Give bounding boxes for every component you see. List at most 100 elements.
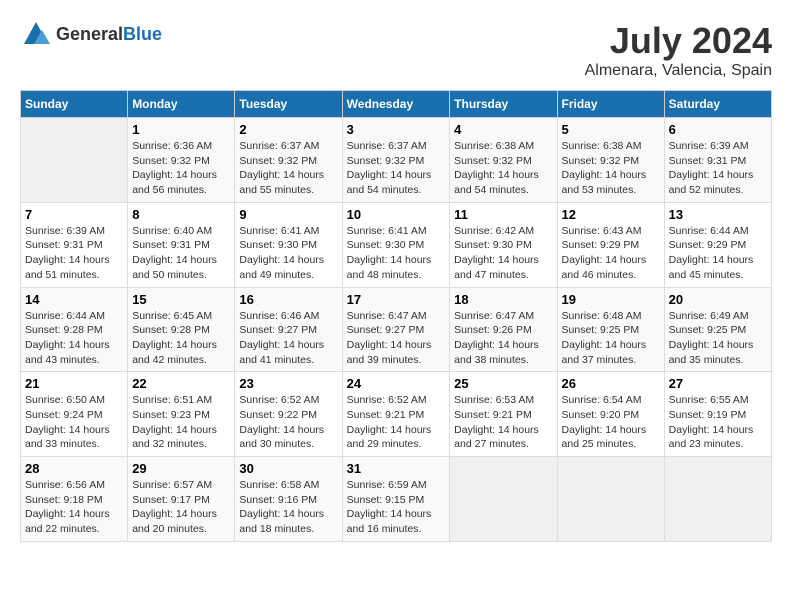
day-info: Sunrise: 6:42 AMSunset: 9:30 PMDaylight:… xyxy=(454,224,552,283)
header-cell-saturday: Saturday xyxy=(664,91,771,118)
day-number: 14 xyxy=(25,292,123,307)
day-cell: 11 Sunrise: 6:42 AMSunset: 9:30 PMDayligh… xyxy=(450,202,557,287)
week-row-1: 1 Sunrise: 6:36 AMSunset: 9:32 PMDaylight… xyxy=(21,118,772,203)
day-number: 15 xyxy=(132,292,230,307)
header-cell-thursday: Thursday xyxy=(450,91,557,118)
day-info: Sunrise: 6:41 AMSunset: 9:30 PMDaylight:… xyxy=(347,224,446,283)
day-number: 20 xyxy=(669,292,767,307)
day-info: Sunrise: 6:56 AMSunset: 9:18 PMDaylight:… xyxy=(25,478,123,537)
day-info: Sunrise: 6:37 AMSunset: 9:32 PMDaylight:… xyxy=(347,139,446,198)
day-info: Sunrise: 6:39 AMSunset: 9:31 PMDaylight:… xyxy=(669,139,767,198)
day-cell: 30Sunrise: 6:58 AMSunset: 9:16 PMDayligh… xyxy=(235,457,342,542)
logo-icon xyxy=(20,20,52,48)
day-number: 4 xyxy=(454,122,552,137)
day-number: 24 xyxy=(347,376,446,391)
day-info: Sunrise: 6:51 AMSunset: 9:23 PMDaylight:… xyxy=(132,393,230,452)
day-number: 8 xyxy=(132,207,230,222)
day-cell: 6 Sunrise: 6:39 AMSunset: 9:31 PMDaylight… xyxy=(664,118,771,203)
day-cell: 4 Sunrise: 6:38 AMSunset: 9:32 PMDaylight… xyxy=(450,118,557,203)
day-cell: 13Sunrise: 6:44 AMSunset: 9:29 PMDayligh… xyxy=(664,202,771,287)
day-number: 12 xyxy=(562,207,660,222)
week-row-4: 21 Sunrise: 6:50 AMSunset: 9:24 PMDayligh… xyxy=(21,372,772,457)
day-cell: 16 Sunrise: 6:46 AMSunset: 9:27 PMDayligh… xyxy=(235,287,342,372)
day-cell: 1 Sunrise: 6:36 AMSunset: 9:32 PMDaylight… xyxy=(128,118,235,203)
day-cell: 25Sunrise: 6:53 AMSunset: 9:21 PMDayligh… xyxy=(450,372,557,457)
header-cell-monday: Monday xyxy=(128,91,235,118)
day-number: 22 xyxy=(132,376,230,391)
day-number: 5 xyxy=(562,122,660,137)
header-row: SundayMondayTuesdayWednesdayThursdayFrid… xyxy=(21,91,772,118)
day-cell: 20 Sunrise: 6:49 AMSunset: 9:25 PMDayligh… xyxy=(664,287,771,372)
day-cell: 18Sunrise: 6:47 AMSunset: 9:26 PMDayligh… xyxy=(450,287,557,372)
day-info: Sunrise: 6:49 AMSunset: 9:25 PMDaylight:… xyxy=(669,309,767,368)
day-cell: 8 Sunrise: 6:40 AMSunset: 9:31 PMDaylight… xyxy=(128,202,235,287)
header: GeneralBlue July 2024 Almenara, Valencia… xyxy=(20,20,772,80)
week-row-2: 7Sunrise: 6:39 AMSunset: 9:31 PMDaylight… xyxy=(21,202,772,287)
day-number: 10 xyxy=(347,207,446,222)
header-cell-sunday: Sunday xyxy=(21,91,128,118)
day-info: Sunrise: 6:59 AMSunset: 9:15 PMDaylight:… xyxy=(347,478,446,537)
day-cell xyxy=(664,457,771,542)
day-number: 28 xyxy=(25,461,123,476)
day-info: Sunrise: 6:38 AMSunset: 9:32 PMDaylight:… xyxy=(454,139,552,198)
day-info: Sunrise: 6:48 AMSunset: 9:25 PMDaylight:… xyxy=(562,309,660,368)
calendar-location: Almenara, Valencia, Spain xyxy=(585,62,772,80)
day-info: Sunrise: 6:54 AMSunset: 9:20 PMDaylight:… xyxy=(562,393,660,452)
day-info: Sunrise: 6:55 AMSunset: 9:19 PMDaylight:… xyxy=(669,393,767,452)
day-cell: 24Sunrise: 6:52 AMSunset: 9:21 PMDayligh… xyxy=(342,372,450,457)
week-row-3: 14 Sunrise: 6:44 AMSunset: 9:28 PMDayligh… xyxy=(21,287,772,372)
day-info: Sunrise: 6:57 AMSunset: 9:17 PMDaylight:… xyxy=(132,478,230,537)
day-cell: 2Sunrise: 6:37 AMSunset: 9:32 PMDaylight… xyxy=(235,118,342,203)
logo-text-general: General xyxy=(56,24,123,44)
day-number: 11 xyxy=(454,207,552,222)
logo-text-blue: Blue xyxy=(123,24,162,44)
day-cell: 19 Sunrise: 6:48 AMSunset: 9:25 PMDayligh… xyxy=(557,287,664,372)
day-info: Sunrise: 6:38 AMSunset: 9:32 PMDaylight:… xyxy=(562,139,660,198)
day-info: Sunrise: 6:50 AMSunset: 9:24 PMDaylight:… xyxy=(25,393,123,452)
day-cell: 17Sunrise: 6:47 AMSunset: 9:27 PMDayligh… xyxy=(342,287,450,372)
day-cell: 27 Sunrise: 6:55 AMSunset: 9:19 PMDayligh… xyxy=(664,372,771,457)
day-number: 6 xyxy=(669,122,767,137)
day-info: Sunrise: 6:40 AMSunset: 9:31 PMDaylight:… xyxy=(132,224,230,283)
day-cell: 10 Sunrise: 6:41 AMSunset: 9:30 PMDayligh… xyxy=(342,202,450,287)
calendar-title: July 2024 xyxy=(585,20,772,62)
day-info: Sunrise: 6:37 AMSunset: 9:32 PMDaylight:… xyxy=(239,139,337,198)
day-number: 9 xyxy=(239,207,337,222)
day-info: Sunrise: 6:47 AMSunset: 9:27 PMDaylight:… xyxy=(347,309,446,368)
day-cell xyxy=(21,118,128,203)
day-number: 16 xyxy=(239,292,337,307)
title-area: July 2024 Almenara, Valencia, Spain xyxy=(585,20,772,80)
day-number: 31 xyxy=(347,461,446,476)
week-row-5: 28 Sunrise: 6:56 AMSunset: 9:18 PMDayligh… xyxy=(21,457,772,542)
day-cell: 15Sunrise: 6:45 AMSunset: 9:28 PMDayligh… xyxy=(128,287,235,372)
day-info: Sunrise: 6:47 AMSunset: 9:26 PMDaylight:… xyxy=(454,309,552,368)
day-cell: 31 Sunrise: 6:59 AMSunset: 9:15 PMDayligh… xyxy=(342,457,450,542)
calendar-header: SundayMondayTuesdayWednesdayThursdayFrid… xyxy=(21,91,772,118)
day-number: 13 xyxy=(669,207,767,222)
day-info: Sunrise: 6:36 AMSunset: 9:32 PMDaylight:… xyxy=(132,139,230,198)
day-cell: 22 Sunrise: 6:51 AMSunset: 9:23 PMDayligh… xyxy=(128,372,235,457)
day-number: 19 xyxy=(562,292,660,307)
day-info: Sunrise: 6:44 AMSunset: 9:28 PMDaylight:… xyxy=(25,309,123,368)
day-cell: 9 Sunrise: 6:41 AMSunset: 9:30 PMDaylight… xyxy=(235,202,342,287)
day-info: Sunrise: 6:43 AMSunset: 9:29 PMDaylight:… xyxy=(562,224,660,283)
day-number: 3 xyxy=(347,122,446,137)
day-number: 23 xyxy=(239,376,337,391)
day-info: Sunrise: 6:41 AMSunset: 9:30 PMDaylight:… xyxy=(239,224,337,283)
day-cell: 21 Sunrise: 6:50 AMSunset: 9:24 PMDayligh… xyxy=(21,372,128,457)
day-number: 1 xyxy=(132,122,230,137)
day-cell: 14 Sunrise: 6:44 AMSunset: 9:28 PMDayligh… xyxy=(21,287,128,372)
day-cell: 23 Sunrise: 6:52 AMSunset: 9:22 PMDayligh… xyxy=(235,372,342,457)
day-number: 21 xyxy=(25,376,123,391)
day-cell xyxy=(450,457,557,542)
day-number: 26 xyxy=(562,376,660,391)
header-cell-tuesday: Tuesday xyxy=(235,91,342,118)
day-cell: 7Sunrise: 6:39 AMSunset: 9:31 PMDaylight… xyxy=(21,202,128,287)
header-cell-friday: Friday xyxy=(557,91,664,118)
day-info: Sunrise: 6:46 AMSunset: 9:27 PMDaylight:… xyxy=(239,309,337,368)
day-cell: 3 Sunrise: 6:37 AMSunset: 9:32 PMDaylight… xyxy=(342,118,450,203)
day-cell: 5 Sunrise: 6:38 AMSunset: 9:32 PMDaylight… xyxy=(557,118,664,203)
day-info: Sunrise: 6:52 AMSunset: 9:22 PMDaylight:… xyxy=(239,393,337,452)
calendar-table: SundayMondayTuesdayWednesdayThursdayFrid… xyxy=(20,90,772,542)
day-number: 27 xyxy=(669,376,767,391)
